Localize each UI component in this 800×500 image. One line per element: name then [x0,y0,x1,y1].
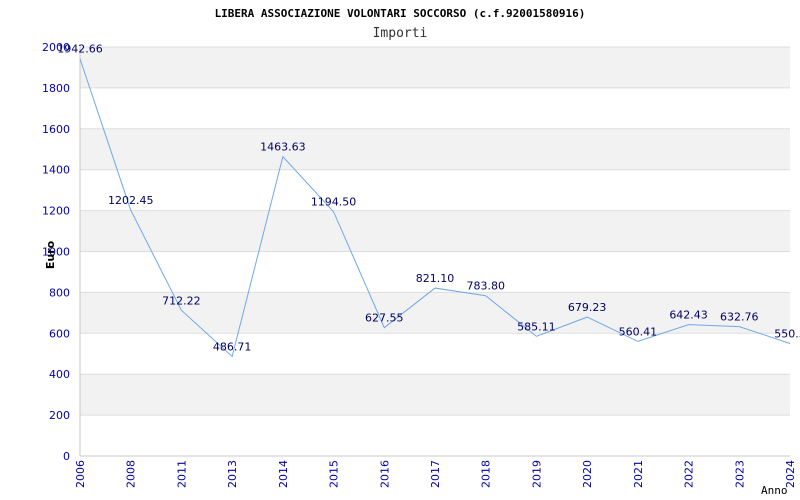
y-tick-label: 1200 [42,205,70,218]
y-tick-label: 600 [49,327,70,340]
x-tick-label: 2016 [378,460,391,488]
x-axis-title: Anno [761,484,788,497]
background-band [80,374,790,416]
data-label: 642.43 [669,309,708,322]
x-tick-label: 2021 [632,460,645,488]
y-axis-title: Euro [44,240,57,269]
data-label: 679.23 [568,301,607,314]
x-tick-label: 2020 [581,460,594,488]
chart-title: LIBERA ASSOCIAZIONE VOLONTARI SOCCORSO (… [215,7,586,20]
data-label: 627.55 [365,312,404,325]
x-tick-labels: 2006 2008 2011 2013 2014 2015 2016 2017 2018 2019… [74,460,797,488]
x-tick-label: 2013 [226,460,239,488]
background-band [80,210,790,252]
chart-subtitle: Importi [373,26,428,41]
data-label: 1942.66 [57,43,103,56]
y-tick-label: 0 [63,450,70,463]
data-label: 783.80 [466,280,505,293]
data-label: 1194.50 [311,196,357,209]
data-label: 585.11 [517,320,556,333]
data-label: 486.71 [213,340,252,353]
background-band [80,333,790,375]
y-tick-label: 1800 [42,82,70,95]
data-label: 821.10 [416,272,455,285]
x-tick-label: 2022 [683,460,696,488]
x-tick-label: 2017 [429,460,442,488]
y-tick-label: 400 [49,368,70,381]
line-chart: 0200400600800100012001400160018002000 20… [42,7,800,497]
background-band [80,128,790,170]
x-tick-label: 2011 [175,460,188,488]
background-band [80,47,790,88]
x-tick-label: 2006 [74,460,87,488]
y-tick-label: 800 [49,286,70,299]
y-tick-label: 1600 [42,123,70,136]
x-tick-label: 2008 [125,460,138,488]
x-tick-label: 2014 [277,460,290,488]
chart-root: 0 200 400 600 800 1000 1200 1400 1600 1800 2000 20… [0,0,800,500]
data-label: 550.3 [774,327,800,340]
data-label: 712.22 [162,294,201,307]
x-tick-label: 2015 [328,460,341,488]
x-tick-label: 2019 [530,460,543,488]
data-label: 560.41 [619,325,658,338]
y-tick-label: 1400 [42,164,70,177]
x-tick-label: 2023 [733,460,746,488]
background-band [80,87,790,129]
y-tick-label: 200 [49,409,70,422]
background-band [80,169,790,211]
background-band [80,415,790,456]
data-label: 632.76 [720,311,759,324]
data-label: 1463.63 [260,141,306,154]
x-tick-label: 2018 [480,460,493,488]
data-label: 1202.45 [108,194,154,207]
